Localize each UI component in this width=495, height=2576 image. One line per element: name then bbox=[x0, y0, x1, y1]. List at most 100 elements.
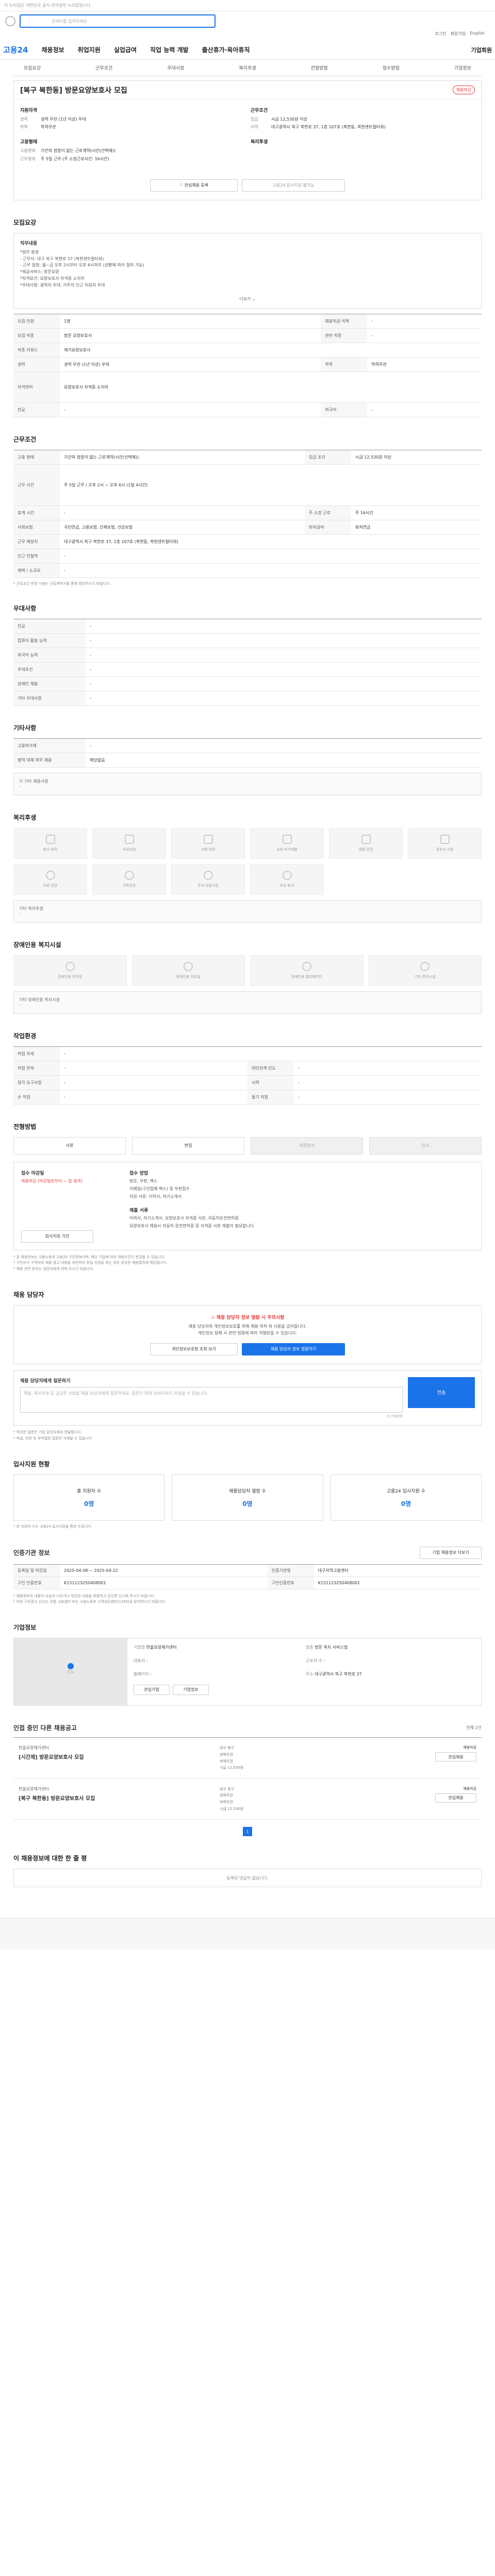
meal-icon bbox=[124, 834, 134, 844]
corp-key: 업종 bbox=[306, 1645, 314, 1650]
company-map[interactable]: 지도 bbox=[14, 1638, 127, 1706]
job-company: 한울요양재가센터 bbox=[19, 1786, 49, 1791]
td: - bbox=[60, 563, 482, 578]
job-fav-button[interactable]: 관심채용 bbox=[435, 1793, 476, 1803]
search-input[interactable]: 검색어를 입력하세요 bbox=[20, 14, 216, 28]
deadline-heading: 접수 마감일 bbox=[21, 1171, 44, 1176]
docs-line: 요양보호사 채용시 자동차 운전면허증 및 자격증 사본 제출이 필요합니다. bbox=[129, 1223, 255, 1228]
td: - bbox=[86, 662, 482, 677]
th: 대인관계 빈도 bbox=[248, 1061, 294, 1076]
gnb-item[interactable]: 출산휴가·육아휴직 bbox=[202, 45, 250, 54]
question-textarea[interactable]: 채용, 복리후생 등 궁금한 사항을 채용 담당자에게 질문하세요. 질문은 최… bbox=[20, 1386, 403, 1413]
fav-company-button[interactable]: 관심기업 bbox=[134, 1684, 170, 1695]
gnb-item[interactable]: 직업 능력 개발 bbox=[150, 45, 189, 54]
status-note: * 본 지원자 수는 고용24 입사지원을 통한 수입니다. bbox=[13, 1524, 92, 1529]
company-table: 등록일 및 마감일 2025-04-08 ~ 2025-04-22 인증기관명 대구지… bbox=[13, 1564, 482, 1589]
job-list-item[interactable]: 한울요양재가센터 [복구 북한동] 방문요양보호사 모집 대구 북구 경력무관 학력무… bbox=[13, 1779, 482, 1820]
tab-item[interactable]: 우대사항 bbox=[167, 64, 184, 71]
td: - bbox=[86, 738, 482, 753]
th: 근무 예정지 bbox=[13, 534, 60, 549]
section-heading: 전형방법 bbox=[13, 1123, 37, 1130]
td: 시급 12,530원 이상 bbox=[351, 450, 482, 465]
th: 재택 / 소규모 bbox=[13, 563, 60, 578]
more-link[interactable]: 더보기 ⌄ bbox=[20, 296, 475, 302]
welfare-item: 경조사 지원 bbox=[408, 827, 482, 859]
privacy-law-button[interactable]: 개인정보보호법 조회 보기 bbox=[150, 1343, 238, 1355]
job-fav-button[interactable]: 관심채용 bbox=[435, 1752, 476, 1762]
gnb-item[interactable]: 채용정보 bbox=[41, 45, 64, 54]
apply-disabled-button[interactable]: 고용24 입사지원 불가능 bbox=[242, 179, 345, 192]
tab-item[interactable]: 전형방법 bbox=[311, 64, 328, 71]
kv-value: 주 5일 근무 (주 소정근로시간: 16시간) bbox=[41, 156, 109, 161]
apply-period-button[interactable]: 입사지원 기간 bbox=[21, 1230, 93, 1243]
util-english[interactable]: English bbox=[470, 31, 485, 40]
tab-item[interactable]: 근무조건 bbox=[95, 64, 112, 71]
map-label: 지도 bbox=[67, 1669, 75, 1674]
award-icon bbox=[282, 870, 292, 880]
gov-logo-icon[interactable] bbox=[5, 16, 15, 26]
td: - bbox=[60, 1046, 482, 1061]
td: 방문 요양보호사 bbox=[60, 328, 321, 343]
global-nav: 고용24 채용정보 취업지원 실업급여 직업 능력 개발 출산휴가·육아휴직 기… bbox=[0, 40, 495, 60]
tab-item[interactable]: 접수방법 bbox=[383, 64, 400, 71]
util-login[interactable]: 로그인 bbox=[435, 31, 447, 40]
view-contact-button[interactable]: 채용 담당자 정보 열람하기 bbox=[242, 1343, 345, 1355]
status-badge: 채용마감 bbox=[452, 86, 475, 94]
th: 고용 형태 bbox=[13, 450, 60, 465]
docs-heading: 제출 서류 bbox=[129, 1208, 148, 1213]
car-icon bbox=[203, 834, 213, 844]
brand-logo[interactable]: 고용24 bbox=[3, 44, 28, 55]
th: 사회보험 bbox=[13, 520, 60, 535]
th: 작업 반복 bbox=[13, 1061, 60, 1076]
corp-value: - bbox=[146, 1658, 148, 1664]
gnb-corporate[interactable]: 기업회원 bbox=[471, 46, 492, 54]
kv-value: 학력무관 bbox=[41, 125, 56, 130]
td: - bbox=[294, 1090, 482, 1105]
disabled-grid: 장애인용 주차장 장애인용 화장실 장애인용 엘리베이터 기타 편의시설 bbox=[13, 955, 482, 986]
th: 임금 조건 bbox=[304, 450, 351, 465]
contact-line: 개인정보 침해 시 관련 법령에 따라 처벌받을 수 있습니다. bbox=[197, 1331, 298, 1335]
method-line: 방문, 우편, 팩스 bbox=[129, 1178, 158, 1183]
th: 외국어 bbox=[321, 402, 368, 417]
gnb-item[interactable]: 취업지원 bbox=[78, 45, 101, 54]
gnb-item[interactable]: 실업급여 bbox=[114, 45, 137, 54]
tab-item[interactable]: 모집요강 bbox=[24, 64, 41, 71]
th: 구인인증번호 bbox=[267, 1577, 314, 1589]
corp-row: 대표자 - bbox=[134, 1658, 303, 1668]
stat-viewed: 채용담당자 열람 수 0명 bbox=[172, 1474, 323, 1521]
tab-item[interactable]: 복리후생 bbox=[239, 64, 256, 71]
util-join[interactable]: 회원가입 bbox=[451, 31, 466, 40]
job-list-item[interactable]: 한울요양재가센터 [시간제] 방문요양보호사 모집 대구 북구 경력무관 학력무관 시급… bbox=[13, 1738, 482, 1779]
duty-line: - 근무 일정: 월~금 오후 2시부터 오후 6시까지 (상황에 따라 협의 … bbox=[20, 263, 144, 268]
duty-line: *자격요건: 요양보호사 자격증 소지자 bbox=[20, 276, 85, 281]
job-tag: 대구 북구 bbox=[220, 1746, 234, 1751]
duty-summary: 직무내용 *업무 환경 - 근무지: 대구 북구 복현로 37 (복현센트럴타워… bbox=[13, 232, 482, 309]
page-number[interactable]: 1 bbox=[243, 1827, 252, 1837]
th: 컴퓨터 활용 능력 bbox=[13, 633, 86, 648]
td: - bbox=[294, 1075, 482, 1090]
contact-warning-text: 채용 담당자 정보 열람 시 주의사항 bbox=[216, 1315, 285, 1321]
stat-total: 총 지원자 수 0명 bbox=[13, 1474, 165, 1521]
favorite-button[interactable]: ♡ 관심채용 등록 bbox=[150, 179, 238, 192]
send-question-button[interactable]: 전송 bbox=[408, 1377, 475, 1408]
th: 퇴직급여 bbox=[304, 520, 351, 535]
search-placeholder: 검색어를 입력하세요 bbox=[52, 19, 87, 24]
td: - bbox=[86, 648, 482, 663]
company-info-button[interactable]: 기업정보 bbox=[173, 1684, 209, 1695]
tab-item[interactable]: 기업정보 bbox=[454, 64, 471, 71]
td: - bbox=[294, 1061, 482, 1076]
welfare-item: 주거·대출지원 bbox=[171, 863, 245, 895]
job-title-link[interactable]: [복구 북한동] 방문요양보호사 모집 bbox=[19, 1794, 214, 1802]
job-title-link[interactable]: [시간제] 방문요양보호사 모집 bbox=[19, 1753, 214, 1760]
td: - bbox=[86, 676, 482, 691]
th: 기타 우대사항 bbox=[13, 691, 86, 706]
family-icon bbox=[124, 870, 134, 880]
qual-heading: 지원자격 bbox=[20, 108, 38, 113]
welfare-label: 생활·건강 bbox=[358, 847, 373, 852]
contact-line: 채용 담당자의 개인정보보호를 위해 채용 목적 외 사용을 금지합니다. bbox=[188, 1324, 307, 1329]
section-heading: 근무조건 bbox=[13, 435, 37, 443]
welfare-label: 주거·대출지원 bbox=[197, 883, 219, 888]
td: - bbox=[60, 1090, 248, 1105]
more-jobs-button[interactable]: 기업 채용정보 더보기 bbox=[420, 1546, 482, 1559]
job-tag: 경력무관 bbox=[220, 1752, 233, 1757]
